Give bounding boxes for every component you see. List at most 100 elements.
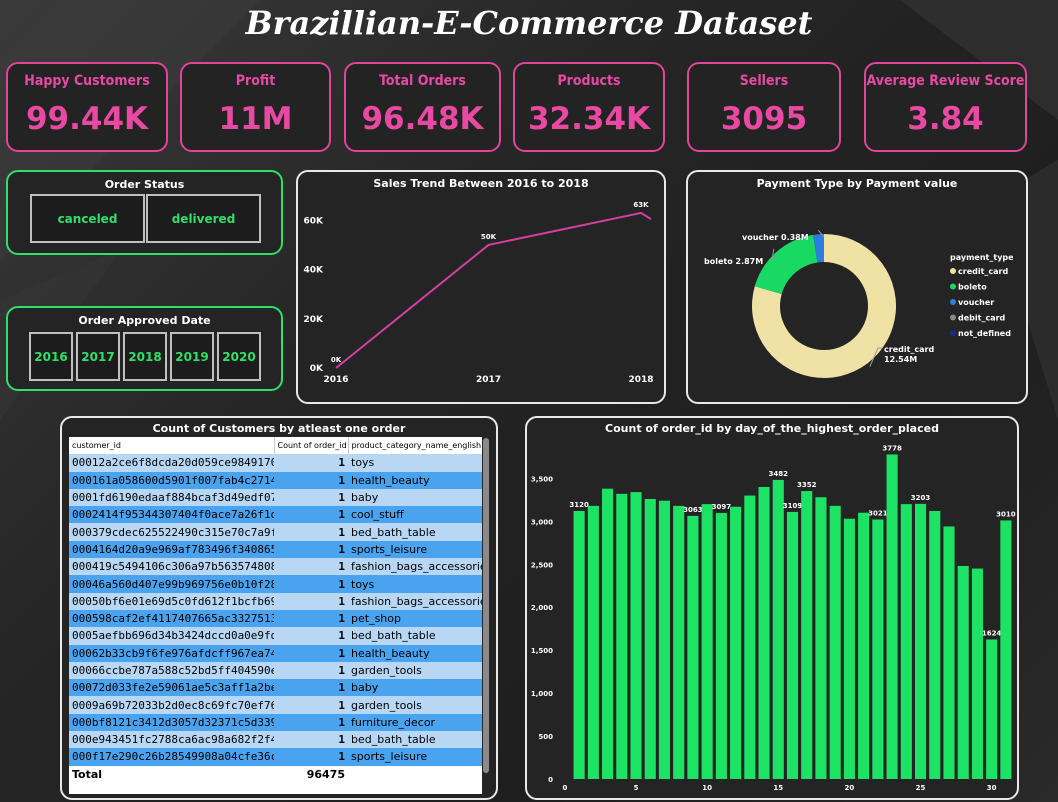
chart-title: Sales Trend Between 2016 to 2018 <box>373 177 589 190</box>
customers-table: customer_id Count of order_id product_ca… <box>69 437 482 783</box>
year-option-2016[interactable]: 2016 <box>29 332 73 381</box>
bar-day-19 <box>829 505 841 779</box>
legend-marker <box>950 314 956 321</box>
x-tick-label: 15 <box>773 784 783 792</box>
y-tick-label: 0 <box>548 776 553 784</box>
category-cell: sports_leisure <box>348 540 482 559</box>
x-tick-label: 25 <box>916 784 926 792</box>
year-option-2017[interactable]: 2017 <box>76 332 120 381</box>
category-cell: cool_stuff <box>348 506 482 524</box>
legend-item-credit-card: credit_card <box>958 267 1008 276</box>
category-cell: furniture_decor <box>348 713 482 732</box>
customer-id-cell: 00012a2ce6f8dcda20d059ce98491703 <box>69 454 274 472</box>
year-option-2018[interactable]: 2018 <box>123 332 167 381</box>
customer-id-cell: 000e943451fc2788ca6ac98a682f2f49 <box>69 731 274 749</box>
legend-title: payment_type <box>950 253 1014 262</box>
bar-day-3 <box>602 488 614 779</box>
slicer-title: Order Status <box>104 178 185 191</box>
table-row[interactable]: 00062b33cb9f6fe976afdcff967ea74d 1 health_… <box>69 644 482 662</box>
bar-day-24 <box>900 504 912 779</box>
order-status-option-canceled[interactable]: canceled <box>30 194 145 243</box>
x-tick-label: 20 <box>845 784 855 792</box>
category-cell: toys <box>348 575 482 593</box>
table-row[interactable]: 000379cdec625522490c315e70c7a9fb 1 bed_bat… <box>69 523 482 541</box>
legend-marker <box>950 268 956 274</box>
bar-data-label: 3352 <box>797 481 817 489</box>
order-count-cell: 1 <box>274 454 348 472</box>
bar-data-label: 3120 <box>569 501 589 509</box>
kpi-card-sellers: Sellers 3095 <box>687 62 841 152</box>
data-label: 63K <box>633 201 649 209</box>
table-row[interactable]: 0009a69b72033b2d0ec8c69fc70ef768 1 garden_… <box>69 696 482 714</box>
table-row[interactable]: 00046a560d407e99b969756e0b10f282 1 toys <box>69 575 482 593</box>
table-row[interactable]: 000e943451fc2788ca6ac98a682f2f49 1 bed_bat… <box>69 731 482 749</box>
x-tick-label: 0 <box>562 784 567 792</box>
order-status-option-delivered[interactable]: delivered <box>146 194 261 243</box>
table-row[interactable]: 000bf8121c3412d3057d32371c5d3395 1 furnitu… <box>69 713 482 732</box>
bar-data-label: 3482 <box>769 470 789 478</box>
category-cell: fashion_bags_accessories <box>348 558 482 576</box>
table-row[interactable]: 000161a058600d5901f007fab4c27140 1 health_… <box>69 471 482 489</box>
payment-type-panel: Payment Type by Payment value credit_car… <box>686 170 1028 404</box>
column-header-customer-id[interactable]: customer_id <box>69 437 275 455</box>
table-scrollbar[interactable] <box>483 438 489 773</box>
customer-id-cell: 00072d033fe2e59061ae5c3aff1a2be5 <box>69 679 274 697</box>
category-cell: health_beauty <box>348 644 482 662</box>
slice-value-label: 12.54M <box>884 355 917 364</box>
slice-label: voucher 0.38M <box>742 233 809 242</box>
table-row[interactable]: 000f17e290c26b28549908a04cfe36c1 1 sports_… <box>69 748 482 766</box>
legend-marker <box>950 330 956 336</box>
x-tick-label: 10 <box>702 784 712 792</box>
table-row[interactable]: 00050bf6e01e69d5c0fd612f1bcfb69c 1 fashion… <box>69 592 482 610</box>
customer-id-cell: 0009a69b72033b2d0ec8c69fc70ef768 <box>69 696 274 714</box>
y-tick-label: 500 <box>538 733 553 741</box>
customer-id-cell: 0005aefbb696d34b3424dccd0a0e9fd0 <box>69 627 274 645</box>
bar-data-label: 3010 <box>996 510 1016 518</box>
bar-day-9 <box>687 515 699 779</box>
order-count-cell: 1 <box>274 523 348 541</box>
bar-data-label: 3097 <box>712 503 732 511</box>
slice-label: boleto 2.87M <box>704 257 763 266</box>
legend-item-boleto: boleto <box>958 283 987 292</box>
total-empty-cell <box>348 765 482 783</box>
category-cell: bed_bath_table <box>348 731 482 749</box>
table-row[interactable]: 0002414f95344307404f0ace7a26f1d5 1 cool_st… <box>69 506 482 524</box>
table-row[interactable]: 000419c5494106c306a97b5635748086 1 fashion… <box>69 558 482 576</box>
table-total-row: Total 96475 <box>69 765 482 783</box>
order-status-slicer: Order Status canceled delivered <box>6 170 283 255</box>
table-row[interactable]: 00072d033fe2e59061ae5c3aff1a2be5 1 baby <box>69 679 482 697</box>
year-option-2020[interactable]: 2020 <box>217 332 261 381</box>
x-tick-label: 5 <box>634 784 639 792</box>
column-header-category[interactable]: product_category_name_english <box>348 437 482 455</box>
bar-day-17 <box>801 491 813 779</box>
table-row[interactable]: 00066ccbe787a588c52bd5ff404590e3 1 garden_… <box>69 661 482 680</box>
year-option-2019[interactable]: 2019 <box>170 332 214 381</box>
kpi-label: Profit <box>235 73 276 89</box>
kpi-card-profit: Profit 11M <box>180 62 331 152</box>
bar-day-6 <box>644 498 656 779</box>
table-row[interactable]: 0005aefbb696d34b3424dccd0a0e9fd0 1 bed_bat… <box>69 627 482 645</box>
total-value: 96475 <box>274 765 348 783</box>
bar-day-21 <box>858 512 870 779</box>
order-count-cell: 1 <box>274 471 348 489</box>
category-cell: garden_tools <box>348 661 482 680</box>
sales-trend-panel: Sales Trend Between 2016 to 2018 0K 20K 40… <box>296 170 666 404</box>
table-row[interactable]: 0001fd6190edaaf884bcaf3d49edf079 1 baby <box>69 488 482 507</box>
bar-day-30 <box>986 639 998 779</box>
y-tick-label: 2,500 <box>531 561 553 569</box>
customer-id-cell: 0002414f95344307404f0ace7a26f1d5 <box>69 506 274 524</box>
kpi-card-products: Products 32.34K <box>513 62 665 152</box>
order-count-cell: 1 <box>274 661 348 680</box>
order-count-cell: 1 <box>274 540 348 559</box>
order-count-cell: 1 <box>274 575 348 593</box>
column-header-count[interactable]: Count of order_id <box>274 437 349 455</box>
table-row[interactable]: 00012a2ce6f8dcda20d059ce98491703 1 toys <box>69 454 482 472</box>
order-count-cell: 1 <box>274 731 348 749</box>
y-tick-label: 0K <box>310 364 324 374</box>
kpi-card-happy-customers: Happy Customers 99.44K <box>6 62 168 152</box>
customer-id-cell: 000f17e290c26b28549908a04cfe36c1 <box>69 748 274 766</box>
data-label: 0K <box>331 356 342 364</box>
table-row[interactable]: 000598caf2ef4117407665ac33275130 1 pet_sho… <box>69 609 482 628</box>
table-row[interactable]: 0004164d20a9e969af783496f3408652 1 sports_… <box>69 540 482 559</box>
bar-day-22 <box>872 519 884 779</box>
